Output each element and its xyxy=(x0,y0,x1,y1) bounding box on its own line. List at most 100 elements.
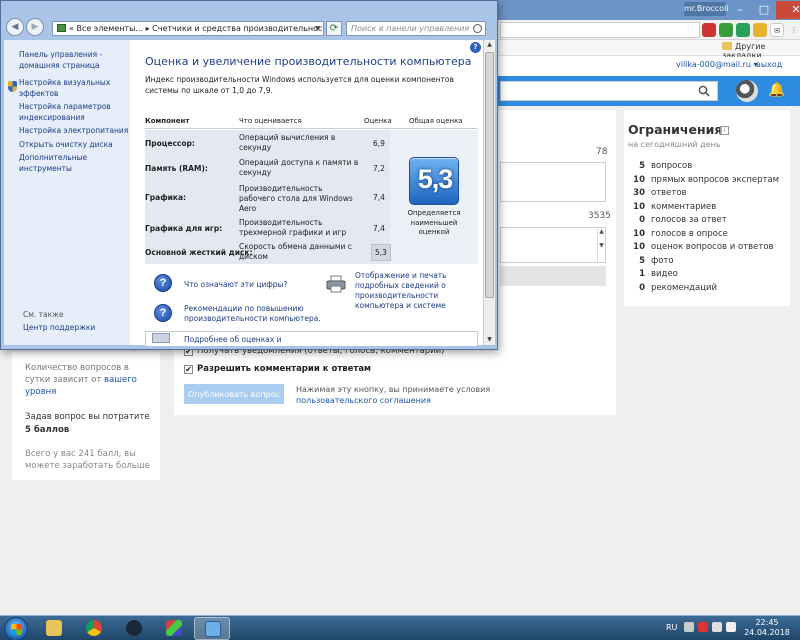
allow-comments-checkbox[interactable]: ✔ xyxy=(184,365,193,374)
table-row: Основной жесткий диск: Скорость обмена д… xyxy=(145,240,391,266)
taskbar-explorer[interactable] xyxy=(36,617,72,640)
taskbar-steam[interactable] xyxy=(116,617,152,640)
bell-icon[interactable]: 🔔 xyxy=(768,82,785,100)
taskbar-app[interactable] xyxy=(156,617,192,640)
account-email[interactable]: villka-000@mail.ru ▾ xyxy=(676,60,758,69)
app-icon xyxy=(166,620,182,636)
table-row: Графика: Производительность рабочего сто… xyxy=(145,182,390,214)
sidebar-item-visual-effects[interactable]: Настройка визуальных эффектов xyxy=(19,78,129,99)
clock[interactable]: 22:45 24.04.2018 xyxy=(742,618,792,638)
chevron-down-icon[interactable]: ▼ xyxy=(312,22,323,35)
taskbar-control-panel[interactable] xyxy=(194,617,230,640)
component-name: Графика: xyxy=(145,193,187,202)
logout-link[interactable]: выход xyxy=(756,60,782,69)
info-icon[interactable]: i xyxy=(720,126,729,135)
component-desc: Производительность рабочего стола для Wi… xyxy=(239,184,353,213)
minimize-icon[interactable]: – xyxy=(728,1,752,19)
question-body-textarea[interactable]: ▲ ▼ xyxy=(500,227,606,263)
control-panel-icon xyxy=(205,621,221,637)
see-also-label: См. также xyxy=(23,310,64,319)
site-search-input[interactable] xyxy=(500,81,718,101)
cost-text: Задав вопрос вы потратите 5 баллов xyxy=(25,411,155,437)
user-agreement-link[interactable]: пользовательского соглашения xyxy=(296,396,431,405)
help-icon[interactable]: ? xyxy=(154,304,172,322)
sidebar-item-home[interactable]: Панель управления - домашняя страница xyxy=(19,50,129,71)
address-bar[interactable] xyxy=(500,22,700,38)
component-name: Память (RAM): xyxy=(145,164,208,173)
start-button[interactable] xyxy=(4,617,28,640)
control-panel-search[interactable]: Поиск в панели управления xyxy=(346,21,486,36)
search-icon[interactable] xyxy=(698,85,710,97)
sidebar-item-action-center[interactable]: Центр поддержки xyxy=(23,323,95,332)
profile-button[interactable]: mr.Broccoli xyxy=(684,2,729,16)
publish-terms: Нажимая эту кнопку, вы принимаете услови… xyxy=(296,384,506,406)
search-icon xyxy=(473,24,482,33)
maximize-icon[interactable]: □ xyxy=(752,1,776,19)
scroll-down-icon[interactable]: ▼ xyxy=(484,335,495,345)
scroll-thumb[interactable] xyxy=(485,52,494,298)
sidebar-links: Панель управления - домашняя страница На… xyxy=(19,50,129,177)
shield-icon[interactable] xyxy=(736,23,750,37)
volume-icon[interactable] xyxy=(726,622,736,632)
category-select[interactable] xyxy=(500,266,606,286)
list-item: 10 прямых вопросов экспертам xyxy=(633,174,780,185)
extension-icon[interactable] xyxy=(702,23,716,37)
table-row: Память (RAM): Операций доступа к памяти … xyxy=(145,156,390,182)
sidebar-item-power[interactable]: Настройка электропитания xyxy=(19,126,129,137)
performance-tips-link[interactable]: Рекомендации по повышению производительн… xyxy=(184,304,334,324)
search-placeholder: Поиск в панели управления xyxy=(351,24,470,33)
extensions: ✉ ⋮ xyxy=(702,23,800,37)
list-item: 30 ответов xyxy=(633,188,687,198)
what-numbers-mean-link[interactable]: Что означают эти цифры? xyxy=(184,280,287,289)
component-name: Основной жесткий диск: xyxy=(145,248,253,257)
allow-comments-row[interactable]: ✔ Разрешить комментарии к ответам xyxy=(184,364,371,374)
publish-terms-text: Нажимая эту кнопку, вы принимаете услови… xyxy=(296,385,491,394)
content-scrollbar[interactable]: ▲ ▼ xyxy=(483,40,495,345)
more-info-link[interactable]: Подробнее об оценках и xyxy=(184,335,282,344)
breadcrumb[interactable]: Все элементы... xyxy=(76,24,143,33)
menu-icon[interactable]: ⋮ xyxy=(787,23,800,37)
scroll-up-icon[interactable]: ▲ xyxy=(484,40,495,50)
table-row: Процессор: Операций вычисления в секунду… xyxy=(145,131,390,157)
mail-icon[interactable]: ✉ xyxy=(770,23,784,37)
lowest-score: 5,3 xyxy=(371,244,391,261)
help-icon[interactable]: ? xyxy=(154,274,172,292)
publish-question-button[interactable]: Опубликовать вопрос xyxy=(184,384,284,404)
forward-button[interactable]: ▶ xyxy=(26,18,44,36)
cost-points: 5 баллов xyxy=(25,425,70,435)
close-icon[interactable]: ✕ xyxy=(776,1,800,19)
table-row: Графика для игр: Производительность трех… xyxy=(145,216,390,242)
language-indicator[interactable]: RU xyxy=(666,623,677,632)
base-score-caption: Определяется наименьшей оценкой xyxy=(407,209,461,236)
textarea-scrollbar[interactable]: ▲ ▼ xyxy=(597,228,605,262)
extension-icon[interactable] xyxy=(719,23,733,37)
tray-icon[interactable] xyxy=(698,622,708,632)
list-item: 0 рекомендаций xyxy=(639,282,718,293)
explorer-address-bar[interactable]: « Все элементы... ▸ Счетчики и средства … xyxy=(52,21,324,36)
component-desc: Операций доступа к памяти в секунду xyxy=(239,158,359,177)
uac-shield-icon xyxy=(8,81,17,92)
list-item: 5 вопросов xyxy=(639,161,693,171)
tray-icon[interactable] xyxy=(684,622,694,632)
back-button[interactable]: ◀ xyxy=(6,18,24,36)
sidebar-item-disk-cleanup[interactable]: Открыть очистку диска xyxy=(19,140,129,151)
limits-title: Ограничения xyxy=(628,122,723,137)
refresh-button[interactable]: ⟳ xyxy=(326,21,342,36)
component-score: 6,9 xyxy=(373,139,385,148)
printer-icon xyxy=(326,275,346,293)
list-item: 10 голосов в опросе xyxy=(633,228,728,239)
component-score: 7,4 xyxy=(373,193,385,202)
question-title-textarea[interactable] xyxy=(500,162,606,202)
computer-icon xyxy=(152,333,170,343)
extension-icon[interactable] xyxy=(753,23,767,37)
help-icon[interactable]: ? xyxy=(470,42,481,53)
breadcrumb[interactable]: Счетчики и средства производительности xyxy=(152,24,323,33)
print-details-link[interactable]: Отображение и печать подробных сведений … xyxy=(355,271,480,311)
base-score-value: 5,3 xyxy=(417,164,454,194)
avatar[interactable] xyxy=(736,80,758,102)
sidebar-item-advanced-tools[interactable]: Дополнительные инструменты xyxy=(19,153,129,174)
network-icon[interactable] xyxy=(712,622,722,632)
component-name: Графика для игр: xyxy=(145,224,223,233)
taskbar-chrome[interactable] xyxy=(76,617,112,640)
sidebar-item-indexing[interactable]: Настройка параметров индексирования xyxy=(19,102,129,123)
